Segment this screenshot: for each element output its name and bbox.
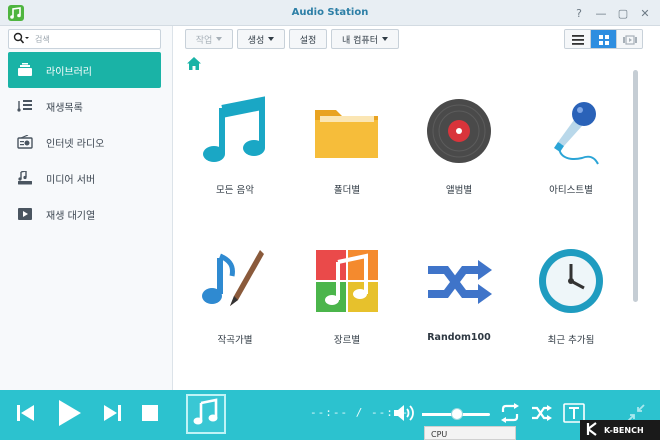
toolbar: 작업 생성 설정 내 컴퓨터 bbox=[173, 26, 660, 52]
music-note-icon bbox=[193, 398, 219, 430]
folder-icon bbox=[312, 96, 382, 166]
genre-icon bbox=[312, 246, 382, 316]
kbench-text: K-BENCH bbox=[604, 425, 644, 435]
tile-label: 최근 추가됨 bbox=[547, 335, 595, 346]
tile-label: 앨범별 bbox=[445, 185, 473, 196]
audio-station-window: Audio Station ? — ▢ ✕ 라이브러리 bbox=[0, 0, 660, 440]
chevron-down-icon bbox=[381, 37, 388, 41]
shuffle-icon bbox=[531, 404, 553, 426]
sidebar-nav: 라이브러리 재생목록 인터넷 라디오 미디어 서버 재생 대기열 bbox=[8, 52, 161, 232]
action-button-label: 작업 bbox=[195, 35, 213, 46]
volume-button[interactable] bbox=[392, 401, 416, 429]
help-button[interactable]: ? bbox=[570, 4, 588, 22]
tile-label: 폴더별 bbox=[333, 185, 361, 196]
title-bar: Audio Station ? — ▢ ✕ bbox=[0, 0, 660, 26]
sidebar-item-label: 인터넷 라디오 bbox=[46, 138, 105, 150]
library-grid: 모든 음악 폴더별 앨범별 아티스트별 작곡가별 장르별 Random100 최… bbox=[173, 76, 635, 386]
shuffle-icon bbox=[424, 246, 494, 316]
create-button[interactable]: 생성 bbox=[237, 29, 285, 49]
player-bar: --:-- / --:-- bbox=[0, 390, 660, 440]
tile-recently-added[interactable]: 최근 추가됨 bbox=[521, 226, 621, 356]
shuffle-button[interactable] bbox=[530, 401, 554, 429]
tile-label: 장르별 bbox=[333, 335, 361, 346]
stop-icon bbox=[141, 404, 159, 426]
cover-flow-icon bbox=[622, 30, 637, 48]
sidebar-item-label: 재생 대기열 bbox=[46, 210, 96, 222]
home-icon bbox=[187, 55, 201, 74]
tile-label: 아티스트별 bbox=[549, 185, 593, 196]
close-button[interactable]: ✕ bbox=[636, 4, 654, 22]
sidebar: 라이브러리 재생목록 인터넷 라디오 미디어 서버 bbox=[0, 26, 173, 390]
previous-button[interactable] bbox=[14, 401, 38, 429]
sidebar-item-playlist[interactable]: 재생목록 bbox=[8, 88, 161, 124]
window-controls: ? — ▢ ✕ bbox=[570, 4, 654, 22]
stop-button[interactable] bbox=[138, 401, 162, 429]
tile-by-album[interactable]: 앨범별 bbox=[409, 76, 509, 206]
play-button[interactable] bbox=[54, 399, 84, 431]
tile-label: 작곡가별 bbox=[217, 335, 253, 346]
settings-button-label: 설정 bbox=[299, 35, 317, 46]
media-server-icon bbox=[16, 170, 34, 186]
breadcrumb-home[interactable] bbox=[187, 55, 207, 71]
thumbnail-view-button[interactable] bbox=[591, 30, 617, 48]
next-icon bbox=[102, 404, 122, 426]
settings-button[interactable]: 설정 bbox=[289, 29, 327, 49]
album-art[interactable] bbox=[186, 394, 226, 434]
search-input[interactable] bbox=[35, 32, 155, 46]
library-icon bbox=[16, 62, 34, 78]
vinyl-record-icon bbox=[424, 96, 494, 166]
my-computer-button[interactable]: 내 컴퓨터 bbox=[331, 29, 399, 49]
list-view-button[interactable] bbox=[565, 30, 591, 48]
tile-by-genre[interactable]: 장르별 bbox=[297, 226, 397, 356]
sidebar-item-label: 재생목록 bbox=[46, 102, 83, 114]
minimize-button[interactable]: — bbox=[592, 4, 610, 22]
volume-slider[interactable] bbox=[422, 408, 490, 420]
action-button[interactable]: 작업 bbox=[185, 29, 233, 49]
sidebar-item-label: 라이브러리 bbox=[46, 66, 92, 78]
microphone-icon bbox=[536, 96, 606, 166]
sidebar-item-play-queue[interactable]: 재생 대기열 bbox=[8, 196, 161, 232]
volume-slider-knob[interactable] bbox=[451, 408, 464, 420]
search-box[interactable] bbox=[8, 29, 161, 49]
view-mode-group bbox=[564, 29, 643, 49]
my-computer-button-label: 내 컴퓨터 bbox=[342, 35, 378, 46]
repeat-button[interactable] bbox=[498, 401, 522, 429]
create-button-label: 생성 bbox=[247, 35, 265, 46]
next-button[interactable] bbox=[100, 401, 124, 429]
tile-by-folder[interactable]: 폴더별 bbox=[297, 76, 397, 206]
tile-all-music[interactable]: 모든 음악 bbox=[185, 76, 285, 206]
sidebar-item-library[interactable]: 라이브러리 bbox=[8, 52, 161, 88]
maximize-button[interactable]: ▢ bbox=[614, 4, 632, 22]
play-icon bbox=[56, 399, 82, 431]
tile-by-artist[interactable]: 아티스트별 bbox=[521, 76, 621, 206]
composer-pen-icon bbox=[200, 246, 270, 316]
repeat-icon bbox=[499, 403, 521, 427]
tile-label: 모든 음악 bbox=[216, 185, 254, 196]
chevron-down-icon bbox=[268, 37, 275, 41]
play-queue-icon bbox=[16, 206, 34, 222]
chevron-down-icon bbox=[216, 37, 223, 41]
kbench-watermark: K-BENCH bbox=[580, 420, 660, 440]
search-icon[interactable] bbox=[13, 32, 29, 49]
tile-by-composer[interactable]: 작곡가별 bbox=[185, 226, 285, 356]
cover-flow-view-button[interactable] bbox=[617, 30, 642, 48]
radio-icon bbox=[16, 134, 34, 150]
playlist-icon bbox=[16, 98, 34, 114]
background-window-label: CPU bbox=[424, 426, 516, 440]
previous-icon bbox=[16, 404, 36, 426]
sidebar-item-media-server[interactable]: 미디어 서버 bbox=[8, 160, 161, 196]
sidebar-item-label: 미디어 서버 bbox=[46, 174, 96, 186]
tile-label: Random100 bbox=[427, 332, 491, 343]
kbench-logo-icon bbox=[586, 421, 600, 440]
volume-icon bbox=[393, 404, 415, 426]
grid-view-icon bbox=[598, 30, 609, 48]
content-scrollbar[interactable] bbox=[633, 70, 638, 302]
list-view-icon bbox=[571, 30, 584, 48]
tile-random100[interactable]: Random100 bbox=[409, 226, 509, 356]
sidebar-item-internet-radio[interactable]: 인터넷 라디오 bbox=[8, 124, 161, 160]
music-note-icon bbox=[200, 96, 270, 166]
window-title: Audio Station bbox=[291, 7, 369, 18]
clock-icon bbox=[536, 246, 606, 316]
